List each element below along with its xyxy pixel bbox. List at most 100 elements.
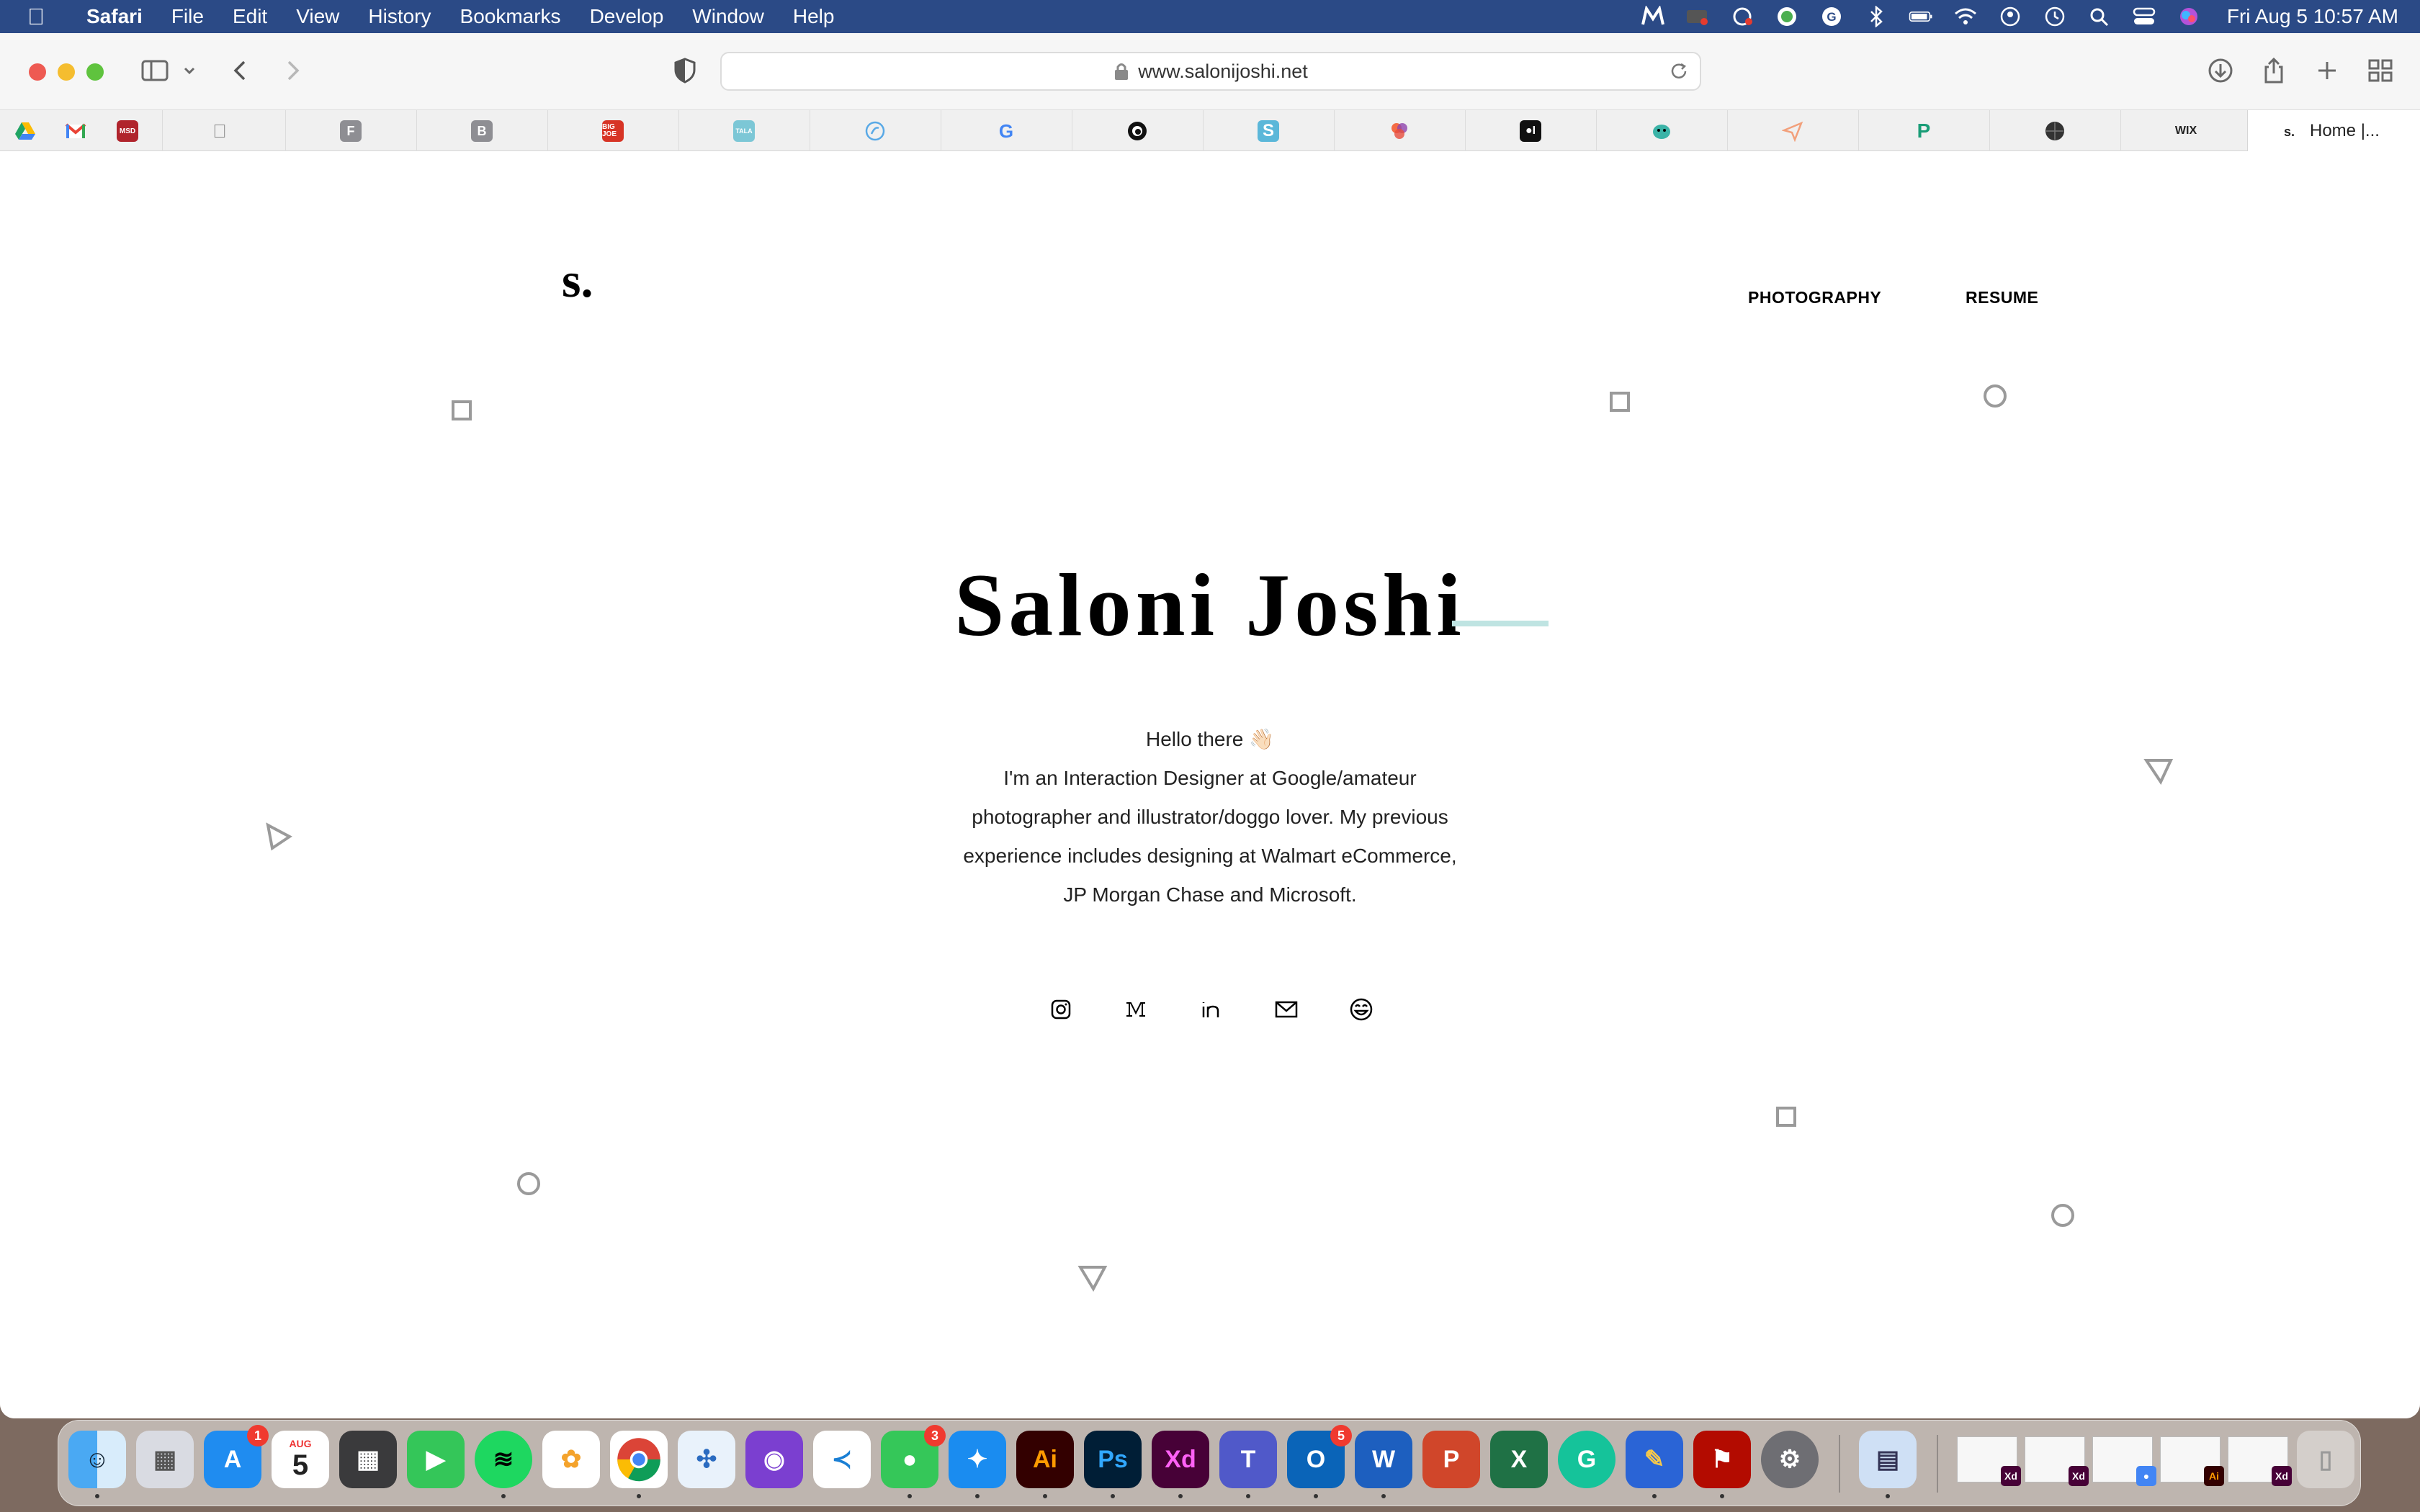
nav-resume[interactable]: RESUME <box>1966 288 2038 307</box>
dock-grammarly-icon[interactable]: G <box>1558 1431 1615 1488</box>
minimized-window-xd[interactable]: Xd <box>2228 1436 2292 1486</box>
dock-launchpad-icon[interactable]: ▦ <box>136 1431 194 1488</box>
email-icon[interactable] <box>1273 996 1299 1022</box>
favorite-big-joe-icon[interactable]: BIG JOE <box>602 120 624 142</box>
menu-help[interactable]: Help <box>779 5 849 28</box>
menu-view[interactable]: View <box>282 5 354 28</box>
favorite-red-icon[interactable]: MSD <box>117 120 138 142</box>
dock-word-icon[interactable]: W <box>1355 1431 1412 1498</box>
favorite-s-icon[interactable]: S <box>1258 120 1279 142</box>
dock-xd-icon[interactable]: Xd <box>1152 1431 1209 1498</box>
minimized-window-ai[interactable]: Ai <box>2160 1436 2224 1486</box>
dock-outlook-icon[interactable]: O5 <box>1287 1425 1352 1498</box>
dock-github-icon[interactable]: ◉ <box>745 1431 803 1488</box>
menu-file[interactable]: File <box>157 5 218 28</box>
site-logo[interactable]: s. <box>562 252 593 309</box>
minimized-window-xd[interactable]: Xd <box>2025 1436 2089 1486</box>
favorite-google-icon[interactable]: G <box>995 120 1017 142</box>
dock-chrome-icon[interactable] <box>610 1431 668 1498</box>
close-button[interactable] <box>29 63 46 81</box>
reload-icon[interactable] <box>1668 60 1690 82</box>
dock-app-store-icon[interactable]: A1 <box>204 1425 269 1488</box>
menu-bookmarks[interactable]: Bookmarks <box>446 5 575 28</box>
medium-icon[interactable] <box>1123 996 1149 1022</box>
wifi-icon[interactable] <box>1953 6 1978 27</box>
menu-develop[interactable]: Develop <box>575 5 678 28</box>
favorite-gmail-icon[interactable] <box>65 120 86 142</box>
favorite-teal-icon[interactable]: TALA <box>733 120 755 142</box>
menu-safari[interactable]: Safari <box>72 5 157 28</box>
smiley-icon[interactable] <box>1348 996 1374 1022</box>
dock-acrobat-icon[interactable]: ⚑ <box>1693 1431 1751 1498</box>
favorite-apple-icon[interactable]:  <box>209 120 230 142</box>
creative-cloud-icon[interactable] <box>1730 6 1754 27</box>
dock-grid-app-icon[interactable]: ✣ <box>678 1431 735 1488</box>
user-icon[interactable] <box>1998 6 2022 27</box>
favorite-b-icon[interactable]: B <box>471 120 493 142</box>
chevron-down-icon[interactable] <box>179 55 200 86</box>
dock-teams-icon[interactable]: T <box>1219 1431 1277 1498</box>
dock-pencil-icon[interactable]: ✎ <box>1626 1431 1683 1498</box>
menu-window[interactable]: Window <box>678 5 779 28</box>
dock-facetime-icon[interactable]: ▶ <box>407 1431 465 1488</box>
favorite-circle-icon[interactable] <box>864 120 886 142</box>
screen-record-icon[interactable] <box>1685 6 1710 27</box>
linkedin-icon[interactable] <box>1198 996 1224 1022</box>
dock-system-preferences-icon[interactable]: ⚙ <box>1761 1431 1819 1488</box>
dock-excel-icon[interactable]: X <box>1490 1431 1548 1488</box>
dock-calculator-icon[interactable]: ▦ <box>339 1431 397 1488</box>
active-tab[interactable]: s. Home |... <box>2247 110 2420 152</box>
favorite-medium-icon[interactable]: ●I <box>1520 120 1541 142</box>
downloads-icon[interactable] <box>2202 55 2238 86</box>
favorite-wix-icon[interactable]: WIX <box>2171 120 2201 142</box>
sidebar-toggle-icon[interactable] <box>137 55 173 86</box>
nav-photography[interactable]: PHOTOGRAPHY <box>1748 288 1881 307</box>
dock-messages-icon[interactable]: ● 3 <box>881 1425 946 1498</box>
favorite-google-drive-icon[interactable] <box>14 120 36 142</box>
address-bar[interactable]: www.salonijoshi.net <box>720 52 1701 91</box>
bluetooth-icon[interactable] <box>1864 6 1888 27</box>
favorite-paper-plane-icon[interactable] <box>1782 120 1803 142</box>
favorite-colorful-icon[interactable] <box>1389 120 1410 142</box>
dock-photos-icon[interactable]: ✿ <box>542 1431 600 1488</box>
dock-spotify-icon[interactable]: ≋ <box>475 1431 532 1498</box>
shield-icon[interactable] <box>667 55 703 86</box>
tinyfocus-icon[interactable] <box>1775 6 1799 27</box>
favorite-f-icon[interactable]: F <box>340 120 362 142</box>
menu-history[interactable]: History <box>354 5 445 28</box>
back-icon[interactable] <box>223 55 259 86</box>
search-icon[interactable] <box>2087 6 2112 27</box>
forward-icon[interactable] <box>274 55 310 86</box>
favorite-blob-icon[interactable] <box>1651 120 1672 142</box>
menu-edit[interactable]: Edit <box>218 5 282 28</box>
dock-calendar-icon[interactable]: AUG 5 <box>272 1431 329 1488</box>
minimize-button[interactable] <box>58 63 75 81</box>
time-machine-icon[interactable] <box>2043 6 2067 27</box>
dock-finder-icon[interactable]: ☺ <box>68 1431 126 1498</box>
siri-icon[interactable] <box>2177 6 2201 27</box>
dock-vscode-icon[interactable]: ≺ <box>813 1431 871 1488</box>
tab-overview-icon[interactable] <box>2362 55 2398 86</box>
instagram-icon[interactable] <box>1048 996 1074 1022</box>
dock-safari-icon[interactable]: ✦ <box>949 1431 1006 1498</box>
malwarebytes-icon[interactable] <box>1641 6 1665 27</box>
share-icon[interactable] <box>2256 55 2292 86</box>
control-center-icon[interactable] <box>2132 6 2156 27</box>
decor-circle <box>1984 384 2007 408</box>
minimized-window-chrome[interactable]: ● <box>2092 1436 2156 1486</box>
dock-illustrator-icon[interactable]: Ai <box>1016 1431 1074 1498</box>
favorite-p-icon[interactable]: P <box>1913 120 1935 142</box>
clock[interactable]: Fri Aug 5 10:57 AM <box>2221 5 2398 28</box>
zoom-button[interactable] <box>86 63 104 81</box>
dock-preview-icon[interactable]: ▤ <box>1859 1431 1917 1498</box>
dock-powerpoint-icon[interactable]: P <box>1422 1431 1480 1488</box>
dock-photoshop-icon[interactable]: Ps <box>1084 1431 1142 1498</box>
favorite-dark-circle-icon[interactable] <box>2044 120 2066 142</box>
apple-icon[interactable]:  <box>0 4 72 30</box>
favorite-target-icon[interactable] <box>1126 120 1148 142</box>
dock-trash-icon[interactable]: ▯ <box>2297 1431 2354 1488</box>
minimized-window-xd[interactable]: Xd <box>1957 1436 2021 1486</box>
battery-icon[interactable] <box>1909 6 1933 27</box>
grammarly-icon[interactable]: G <box>1819 6 1844 27</box>
new-tab-icon[interactable] <box>2309 55 2345 86</box>
